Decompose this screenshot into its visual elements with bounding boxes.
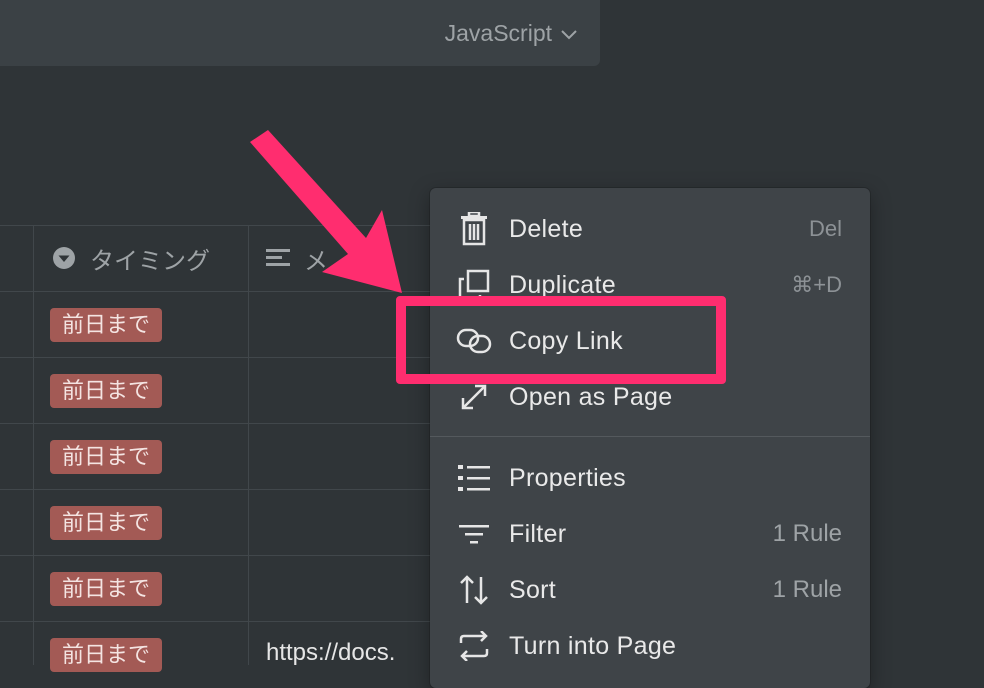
table-border [33, 225, 34, 665]
menu-item-label: Properties [509, 463, 626, 492]
column-header-timing[interactable]: タイミング [52, 225, 210, 291]
expand-icon [456, 379, 492, 415]
menu-item-label: Turn into Page [509, 631, 677, 660]
language-select[interactable]: JavaScript [445, 20, 578, 47]
list-icon [456, 460, 492, 496]
table-border [0, 423, 450, 424]
column-header-memo[interactable]: メ [266, 225, 328, 291]
chevron-down-icon [561, 29, 577, 39]
rule-count: 1 Rule [772, 576, 842, 603]
convert-icon [456, 628, 492, 664]
rule-count: 1 Rule [772, 520, 842, 547]
shortcut-hint: ⌘+D [791, 272, 842, 297]
menu-item-label: Delete [509, 214, 584, 243]
table-border [0, 621, 450, 622]
language-label: JavaScript [444, 20, 552, 46]
sort-icon [456, 572, 492, 608]
highlight-box [396, 296, 726, 384]
column-header-label: メ [304, 247, 328, 275]
table-border [248, 225, 249, 665]
timing-tag[interactable]: 前日まで [50, 308, 163, 342]
menu-item-delete[interactable]: Delete Del [430, 201, 870, 257]
code-block-header: JavaScript [0, 0, 600, 66]
timing-tag[interactable]: 前日まで [50, 440, 163, 474]
menu-item-sort[interactable]: Sort 1 Rule [430, 562, 870, 618]
menu-item-properties[interactable]: Properties [430, 450, 870, 506]
table-border [0, 555, 450, 556]
menu-divider [430, 436, 870, 437]
menu-item-label: Sort [509, 575, 557, 604]
timing-tag[interactable]: 前日まで [50, 638, 163, 672]
timing-tag[interactable]: 前日まで [50, 506, 163, 540]
trash-icon [456, 211, 492, 247]
menu-item-label: Open as Page [509, 382, 673, 411]
table-border [0, 291, 450, 292]
menu-item-turn-into-page[interactable]: Turn into Page [430, 618, 870, 674]
text-lines-icon [266, 249, 290, 266]
menu-item-filter[interactable]: Filter 1 Rule [430, 506, 870, 562]
menu-item-label: Filter [509, 519, 567, 548]
table-border [0, 357, 450, 358]
timing-tag[interactable]: 前日まで [50, 572, 163, 606]
timing-tag[interactable]: 前日まで [50, 374, 163, 408]
filter-icon [456, 516, 492, 552]
dropdown-circle-icon [53, 247, 75, 269]
table-border [0, 489, 450, 490]
database-table: タイミング メ 前日まで 前日まで 前日まで 前日まで 前日まで 前日まで ht… [0, 225, 450, 672]
column-header-label: タイミング [90, 247, 210, 275]
shortcut-hint: Del [808, 216, 842, 241]
memo-cell-link[interactable]: https://docs. [266, 639, 395, 667]
context-menu: Delete Del Duplicate ⌘+D Copy Link Open … [430, 188, 870, 688]
